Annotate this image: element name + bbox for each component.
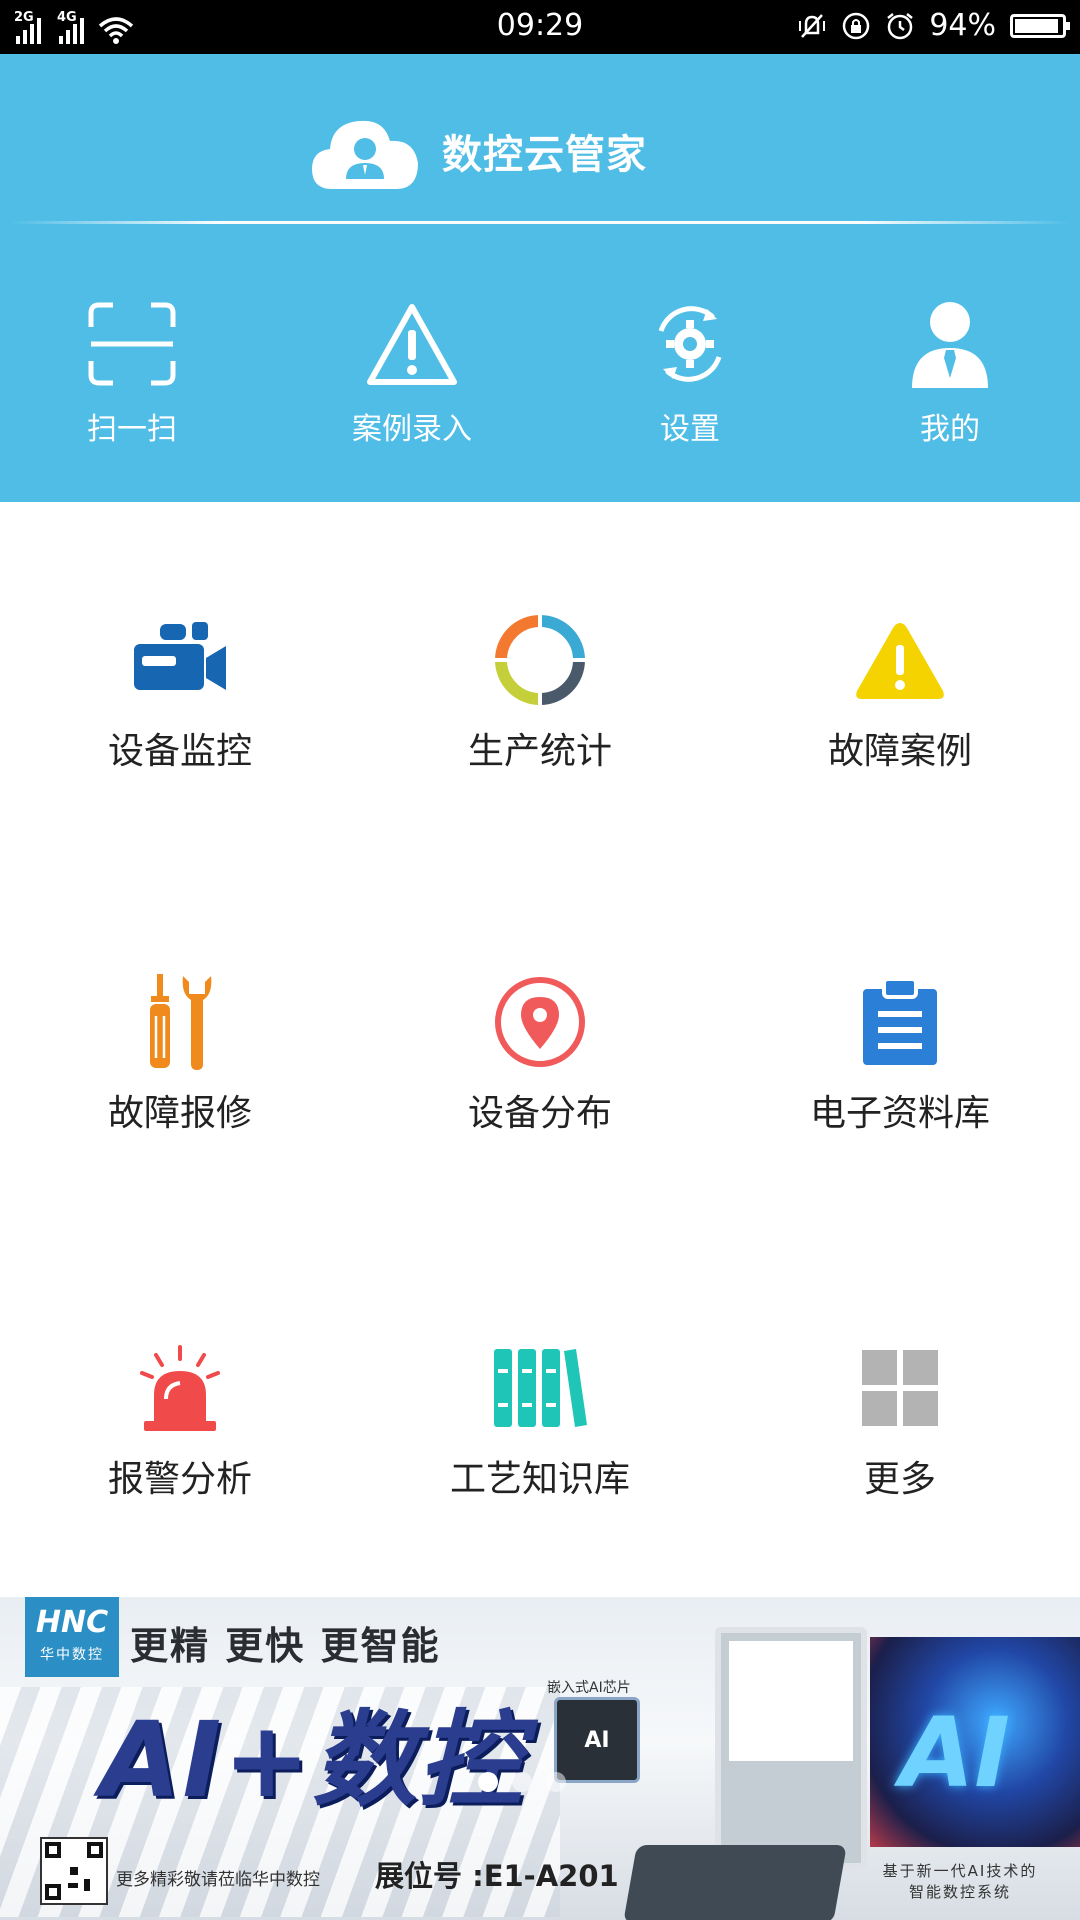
ai-art-text: AI (900, 1697, 1011, 1809)
process-knowledge-tile[interactable]: 工艺知识库 (360, 1338, 720, 1502)
cnc-machine-image (715, 1627, 867, 1869)
alarm-icon (887, 12, 914, 39)
more-tile[interactable]: 更多 (720, 1338, 1080, 1502)
donut-chart-icon (495, 615, 585, 705)
video-camera-icon (134, 622, 226, 690)
process-knowledge-label: 工艺知识库 (449, 1459, 630, 1500)
scan-button[interactable]: 扫一扫 (32, 294, 232, 448)
scan-icon (88, 302, 176, 386)
location-pin-icon (495, 977, 585, 1067)
settings-label: 设置 (660, 412, 720, 447)
ai-artwork-image: AI (870, 1637, 1080, 1847)
fault-cases-label: 故障案例 (827, 731, 972, 772)
siren-icon (140, 1345, 220, 1431)
device-monitor-tile[interactable]: 设备监控 (0, 610, 360, 774)
hnc-logo: HNC 华中数控 (25, 1597, 119, 1677)
production-stats-label: 生产统计 (467, 731, 612, 772)
document-library-tile[interactable]: 电子资料库 (720, 972, 1080, 1136)
brand: 数控云管家 (310, 109, 647, 193)
status-bar: 2G 4G 09:29 94% (0, 0, 1080, 54)
fault-repair-tile[interactable]: 故障报修 (0, 972, 360, 1136)
carousel-dot[interactable] (512, 1772, 532, 1792)
ai-slogan-line1: 基于新一代AI技术的 (882, 1862, 1038, 1880)
device-distribution-label: 设备分布 (467, 1093, 612, 1134)
case-entry-button[interactable]: 案例录入 (312, 294, 512, 448)
ai-chip-icon: AI (554, 1697, 640, 1783)
tools-icon (150, 974, 212, 1070)
device-distribution-tile[interactable]: 设备分布 (360, 972, 720, 1136)
booth-number: 展位号 :E1-A201 (375, 1859, 619, 1893)
more-grid-icon (862, 1350, 938, 1426)
cnc-console-image (623, 1845, 847, 1920)
warning-triangle-icon (367, 304, 457, 385)
cloud-user-icon (312, 120, 418, 189)
user-icon (912, 302, 988, 388)
ai-slogan: 基于新一代AI技术的 智能数控系统 (855, 1861, 1065, 1903)
battery-percent: 94% (929, 8, 996, 43)
fault-cases-tile[interactable]: 故障案例 (720, 610, 1080, 774)
visit-text: 更多精彩敬请莅临华中数控 (116, 1870, 320, 1890)
profile-button[interactable]: 我的 (850, 294, 1050, 448)
more-label: 更多 (863, 1459, 936, 1500)
device-monitor-label: 设备监控 (107, 731, 252, 772)
battery-icon (1010, 13, 1070, 38)
document-library-label: 电子资料库 (809, 1093, 990, 1134)
banner-title: AI+数控 (100, 1699, 525, 1821)
qr-code-icon (40, 1837, 108, 1905)
banner-slogan: 更精 更快 更智能 (130, 1624, 441, 1668)
alarm-analysis-tile[interactable]: 报警分析 (0, 1338, 360, 1502)
logo-text: HNC (35, 1605, 109, 1640)
ai-slogan-line2: 智能数控系统 (908, 1883, 1011, 1901)
logo-subtext: 华中数控 (40, 1647, 104, 1663)
chip-label: 嵌入式AI芯片 (547, 1680, 631, 1696)
header-divider (10, 221, 1070, 224)
case-entry-label: 案例录入 (352, 412, 472, 447)
carousel-dot[interactable] (546, 1772, 566, 1792)
production-stats-tile[interactable]: 生产统计 (360, 610, 720, 774)
profile-label: 我的 (920, 412, 980, 447)
fault-repair-label: 故障报修 (107, 1093, 252, 1134)
settings-icon (658, 306, 722, 382)
app-title: 数控云管家 (442, 132, 647, 178)
settings-button[interactable]: 设置 (590, 294, 790, 448)
rotation-lock-icon (843, 12, 870, 39)
app-header: 数控云管家 扫一扫 案例录入 设置 我的 (0, 54, 1080, 502)
clipboard-icon (863, 977, 937, 1065)
carousel-dot[interactable] (478, 1772, 498, 1792)
warning-icon (856, 623, 944, 699)
promo-banner[interactable]: HNC 华中数控 更精 更快 更智能 AI+数控 嵌入式AI芯片 AI AI 更… (0, 1597, 1080, 1920)
chip-text: AI (584, 1727, 610, 1753)
scan-label: 扫一扫 (87, 412, 177, 447)
alarm-analysis-label: 报警分析 (107, 1459, 252, 1500)
vibrate-icon (799, 13, 826, 38)
carousel-indicator[interactable] (478, 1772, 566, 1792)
books-icon (494, 1349, 587, 1427)
